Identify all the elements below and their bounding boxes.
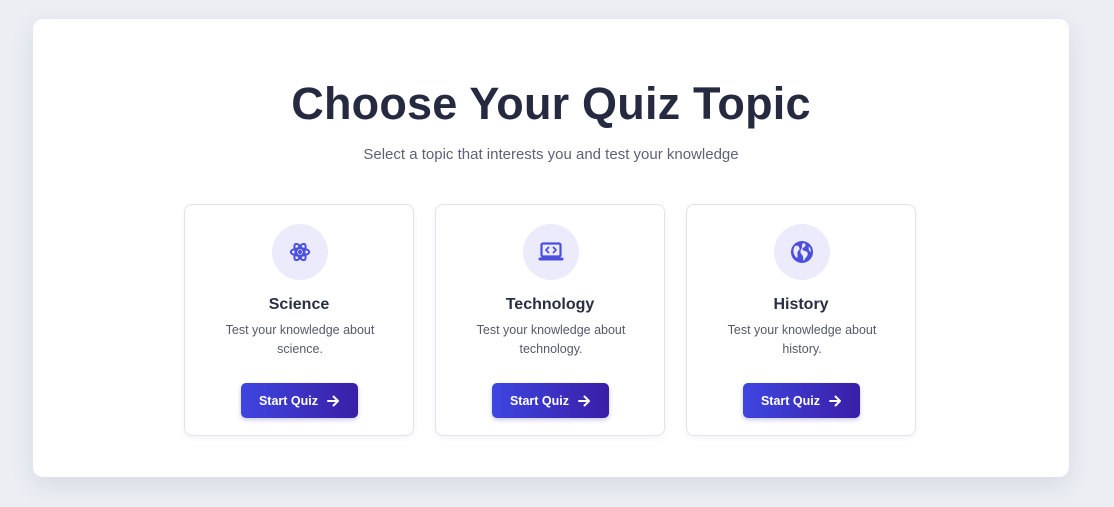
start-quiz-button-history[interactable]: Start Quiz	[743, 383, 860, 418]
page-title: Choose Your Quiz Topic	[291, 78, 811, 129]
topic-card-science: Science Test your knowledge about scienc…	[184, 204, 414, 436]
start-quiz-button-technology[interactable]: Start Quiz	[492, 383, 609, 418]
start-quiz-button-science[interactable]: Start Quiz	[241, 383, 358, 418]
arrow-right-icon	[327, 395, 340, 407]
topic-card-history: History Test your knowledge about histor…	[686, 204, 916, 436]
atom-icon	[272, 224, 328, 280]
laptop-code-icon	[523, 224, 579, 280]
topic-title: Technology	[505, 296, 595, 313]
page-subtitle: Select a topic that interests you and te…	[363, 146, 739, 163]
globe-icon	[774, 224, 830, 280]
topic-title: History	[773, 296, 829, 313]
topic-card-technology: Technology Test your knowledge about tec…	[435, 204, 665, 436]
topic-description: Test your knowledge about technology.	[476, 323, 626, 356]
arrow-right-icon	[578, 395, 591, 407]
topic-description: Test your knowledge about history.	[727, 323, 877, 356]
topic-title: Science	[268, 296, 330, 313]
start-quiz-label: Start Quiz	[509, 393, 570, 408]
arrow-right-icon	[829, 395, 842, 407]
start-quiz-label: Start Quiz	[760, 393, 821, 408]
quiz-topic-panel: Choose Your Quiz Topic Select a topic th…	[33, 19, 1069, 477]
start-quiz-label: Start Quiz	[258, 393, 319, 408]
topic-description: Test your knowledge about science.	[225, 323, 375, 356]
